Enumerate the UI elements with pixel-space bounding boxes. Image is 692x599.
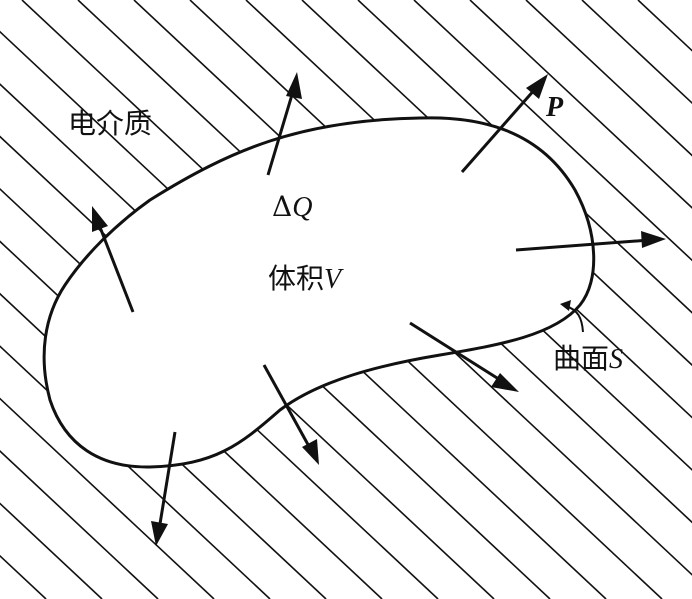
delta-symbol: Δ — [272, 190, 292, 223]
hatch-line — [413, 0, 692, 262]
surface-symbol: S — [609, 344, 623, 375]
arrow-left — [92, 206, 135, 313]
volume-label: 体积V — [268, 262, 344, 295]
dielectric-hatching — [0, 0, 692, 599]
arrow-bottom-left — [151, 431, 177, 546]
hatch-line — [0, 397, 215, 599]
dielectric-label: 电介质 — [68, 107, 152, 140]
hatch-line — [0, 30, 607, 599]
hatch-line — [0, 135, 495, 599]
volume-symbol: V — [324, 264, 344, 295]
surface-label: 曲面S — [553, 342, 623, 375]
hatch-line — [0, 502, 103, 599]
hatch-line — [0, 83, 551, 599]
hatch-line — [581, 0, 692, 105]
volume-prefix: 体积 — [268, 262, 324, 295]
hatch-line — [133, 0, 692, 524]
hatch-line — [0, 187, 439, 599]
hatch-line — [0, 450, 159, 599]
hatch-line — [357, 0, 692, 314]
hatch-line — [245, 0, 692, 419]
hatch-line — [189, 0, 692, 471]
hatch-line — [637, 0, 692, 52]
polarization-arrows — [92, 72, 666, 546]
polarization-label: P — [545, 92, 564, 123]
diagram-canvas: 电介质 ΔQ 体积V P 曲面S — [0, 0, 692, 599]
charge-symbol: Q — [292, 192, 312, 223]
hatch-line — [77, 0, 692, 576]
hatch-line — [525, 0, 692, 157]
surface-prefix: 曲面 — [553, 342, 609, 375]
delta-q-label: ΔQ — [272, 190, 312, 223]
dielectric-polarization-diagram: 电介质 ΔQ 体积V P 曲面S — [0, 0, 692, 599]
arrow-top-delta-q — [266, 72, 302, 176]
hatch-line — [469, 0, 692, 209]
hatch-line — [301, 0, 692, 367]
